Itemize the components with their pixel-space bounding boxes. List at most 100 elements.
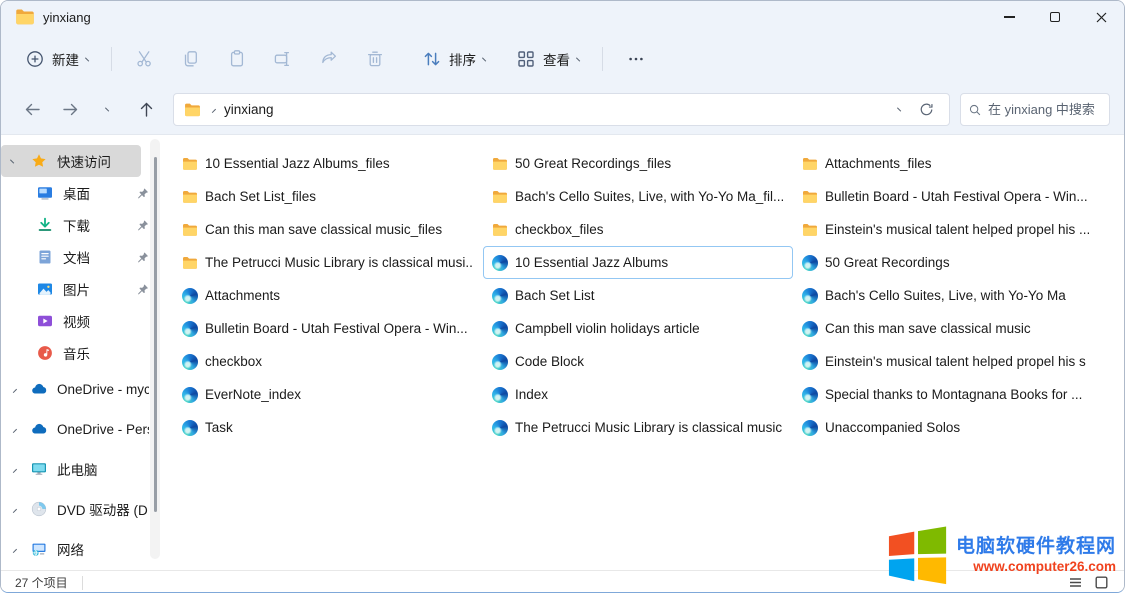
file-item-label: Attachments_files bbox=[825, 156, 932, 171]
edge-icon bbox=[182, 420, 198, 436]
expand-chevron[interactable] bbox=[11, 507, 31, 512]
sidebar-scrollbar[interactable] bbox=[150, 139, 160, 559]
file-item[interactable]: Bulletin Board - Utah Festival Opera - W… bbox=[173, 312, 483, 345]
sidebar-item-dvd[interactable]: DVD 驱动器 (D:) bbox=[1, 489, 163, 529]
delete-button[interactable] bbox=[352, 42, 398, 76]
paste-button[interactable] bbox=[214, 42, 260, 76]
recent-locations-button[interactable] bbox=[91, 94, 125, 126]
file-item[interactable]: Task bbox=[173, 411, 483, 444]
refresh-button[interactable] bbox=[913, 97, 939, 123]
document-icon bbox=[37, 249, 53, 265]
thumbnail-view-toggle[interactable] bbox=[1088, 572, 1114, 593]
file-item[interactable]: The Petrucci Music Library is classical … bbox=[483, 411, 793, 444]
expand-chevron[interactable] bbox=[11, 159, 31, 164]
address-dropdown-button[interactable] bbox=[887, 97, 913, 123]
expand-chevron[interactable] bbox=[11, 427, 31, 432]
expand-chevron[interactable] bbox=[11, 387, 31, 392]
file-item[interactable]: EverNote_index bbox=[173, 378, 483, 411]
sidebar-item-label: 快速访问 bbox=[57, 151, 111, 171]
sidebar-item-desktop[interactable]: 桌面 bbox=[1, 177, 163, 209]
sidebar-scrollbar-thumb[interactable] bbox=[154, 157, 157, 512]
file-item-label: Unaccompanied Solos bbox=[825, 420, 960, 435]
breadcrumb-folder-label[interactable]: yinxiang bbox=[224, 102, 274, 117]
paste-icon bbox=[227, 49, 247, 69]
rename-button[interactable] bbox=[260, 42, 306, 76]
new-button[interactable]: 新建 bbox=[15, 42, 101, 76]
file-item[interactable]: checkbox_files bbox=[483, 213, 793, 246]
file-item[interactable]: Special thanks to Montagnana Books for .… bbox=[793, 378, 1103, 411]
maximize-button[interactable] bbox=[1032, 1, 1078, 33]
file-item[interactable]: Attachments_files bbox=[793, 147, 1103, 180]
file-item[interactable]: Bach's Cello Suites, Live, with Yo-Yo Ma… bbox=[483, 180, 793, 213]
plus-circle-icon bbox=[25, 49, 45, 69]
up-button[interactable] bbox=[129, 94, 163, 126]
file-item[interactable]: 10 Essential Jazz Albums bbox=[483, 246, 793, 279]
sidebar-item-label: DVD 驱动器 (D:) bbox=[57, 499, 149, 519]
minimize-button[interactable] bbox=[986, 1, 1032, 33]
sidebar-item-videos[interactable]: 视频 bbox=[1, 305, 163, 337]
file-item[interactable]: Unaccompanied Solos bbox=[793, 411, 1103, 444]
edge-icon bbox=[182, 321, 198, 337]
file-item-label: Einstein's musical talent helped propel … bbox=[825, 222, 1090, 237]
expand-chevron[interactable] bbox=[11, 547, 31, 552]
copy-button[interactable] bbox=[168, 42, 214, 76]
file-item[interactable]: Einstein's musical talent helped propel … bbox=[793, 213, 1103, 246]
chevron-down-icon bbox=[104, 105, 111, 112]
chevron-right-icon bbox=[10, 505, 17, 512]
file-item[interactable]: Index bbox=[483, 378, 793, 411]
folder-icon bbox=[15, 7, 35, 27]
sidebar-item-pictures[interactable]: 图片 bbox=[1, 273, 163, 305]
details-view-toggle[interactable] bbox=[1062, 572, 1088, 593]
toolbar-divider bbox=[111, 47, 112, 71]
file-item-label: Bulletin Board - Utah Festival Opera - W… bbox=[205, 321, 468, 336]
file-list: 10 Essential Jazz Albums_files Bach Set … bbox=[163, 135, 1124, 570]
file-item-label: checkbox bbox=[205, 354, 262, 369]
file-item[interactable]: Attachments bbox=[173, 279, 483, 312]
search-input[interactable] bbox=[988, 102, 1101, 117]
file-item[interactable]: The Petrucci Music Library is classical … bbox=[173, 246, 483, 279]
sort-button[interactable]: 排序 bbox=[412, 42, 498, 76]
expand-chevron[interactable] bbox=[11, 467, 31, 472]
file-item[interactable]: 10 Essential Jazz Albums_files bbox=[173, 147, 483, 180]
view-button[interactable]: 查看 bbox=[506, 42, 592, 76]
file-item[interactable]: Bach's Cello Suites, Live, with Yo-Yo Ma bbox=[793, 279, 1103, 312]
file-item[interactable]: Can this man save classical music_files bbox=[173, 213, 483, 246]
file-item[interactable]: Campbell violin holidays article bbox=[483, 312, 793, 345]
file-item[interactable]: Can this man save classical music bbox=[793, 312, 1103, 345]
forward-button[interactable] bbox=[53, 94, 87, 126]
sidebar-item-download[interactable]: 下载 bbox=[1, 209, 163, 241]
sidebar-item-thispc[interactable]: 此电脑 bbox=[1, 449, 163, 489]
sidebar-item-music[interactable]: 音乐 bbox=[1, 337, 163, 369]
file-item-label: Code Block bbox=[515, 354, 584, 369]
sidebar-item-network[interactable]: 网络 bbox=[1, 529, 163, 569]
sidebar-item-document[interactable]: 文档 bbox=[1, 241, 163, 273]
file-column: 50 Great Recordings_files Bach's Cello S… bbox=[483, 147, 793, 444]
thispc-icon bbox=[31, 461, 47, 477]
sidebar-item-onedrive[interactable]: OneDrive - myc bbox=[1, 369, 163, 409]
file-item[interactable]: Einstein's musical talent helped propel … bbox=[793, 345, 1103, 378]
sidebar-item-onedrive[interactable]: OneDrive - Pers bbox=[1, 409, 163, 449]
share-button[interactable] bbox=[306, 42, 352, 76]
address-bar[interactable]: yinxiang bbox=[173, 93, 950, 126]
file-item-label: 10 Essential Jazz Albums_files bbox=[205, 156, 390, 171]
sidebar-item-star[interactable]: 快速访问 bbox=[1, 145, 141, 177]
file-item-label: The Petrucci Music Library is classical … bbox=[205, 255, 474, 270]
search-box[interactable] bbox=[960, 93, 1110, 126]
close-button[interactable] bbox=[1078, 1, 1124, 33]
file-item[interactable]: Bulletin Board - Utah Festival Opera - W… bbox=[793, 180, 1103, 213]
more-button[interactable] bbox=[613, 42, 659, 76]
file-item[interactable]: Code Block bbox=[483, 345, 793, 378]
breadcrumb[interactable]: yinxiang bbox=[184, 101, 274, 118]
sidebar-item-label: 下载 bbox=[63, 215, 90, 235]
cut-button[interactable] bbox=[122, 42, 168, 76]
file-item[interactable]: Bach Set List bbox=[483, 279, 793, 312]
file-item[interactable]: Bach Set List_files bbox=[173, 180, 483, 213]
back-button[interactable] bbox=[15, 94, 49, 126]
file-item[interactable]: checkbox bbox=[173, 345, 483, 378]
file-item-label: 50 Great Recordings bbox=[825, 255, 950, 270]
file-item[interactable]: 50 Great Recordings_files bbox=[483, 147, 793, 180]
ellipsis-icon bbox=[626, 49, 646, 69]
file-item[interactable]: 50 Great Recordings bbox=[793, 246, 1103, 279]
rename-icon bbox=[273, 49, 293, 69]
toolbar: 新建 bbox=[1, 33, 1124, 85]
